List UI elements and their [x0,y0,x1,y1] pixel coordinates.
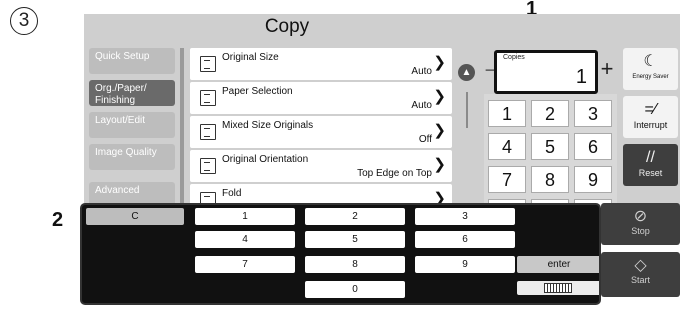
chevron-right-icon: ❯ [433,156,446,173]
keyboard-icon [544,283,572,293]
setting-value: Top Edge on Top [357,168,432,179]
tab-advanced[interactable]: Advanced [89,182,175,205]
reset-label: Reset [638,168,663,178]
key-9[interactable]: 9 [574,166,612,193]
setting-fold[interactable]: Fold ❯ [190,184,452,205]
touch-screen: Copy Quick Setup Org./Paper/ Finishing L… [84,14,680,205]
num-key-3[interactable]: 3 [415,208,515,225]
setting-mixed-size-originals[interactable]: Mixed Size Originals Off ❯ [190,116,452,148]
chevron-right-icon: ❯ [433,122,446,139]
tab-org-paper-finishing[interactable]: Org./Paper/ Finishing [89,80,175,106]
chevron-right-icon: ❯ [433,88,446,105]
tab-quick-setup[interactable]: Quick Setup [89,48,175,74]
key-5[interactable]: 5 [531,133,569,160]
stop-label: Stop [631,226,650,236]
stop-button[interactable]: ⊘ Stop [601,203,680,245]
num-key-7[interactable]: 7 [195,256,295,273]
setting-label: Fold [222,188,242,199]
num-key-1[interactable]: 1 [195,208,295,225]
copies-value: 1 [575,66,587,88]
callout-2: 2 [52,209,64,231]
setting-value: Off [418,134,432,145]
stop-icon: ⊘ [633,208,648,225]
interrupt-button[interactable]: =⁄ Interrupt [623,96,678,138]
copies-increment-button[interactable]: + [598,54,616,86]
key-1[interactable]: 1 [488,100,526,127]
copies-label: Copies [503,54,525,61]
step-number: 3 [10,7,38,35]
original-size-icon [200,56,216,72]
num-key-5[interactable]: 5 [305,231,405,248]
energy-saver-label: Energy Saver [632,74,669,80]
mixed-size-icon [200,124,216,140]
tab-image-quality[interactable]: Image Quality [89,144,175,170]
interrupt-label: Interrupt [633,120,668,130]
moon-icon: ☾ [643,53,658,70]
num-key-6[interactable]: 6 [415,231,515,248]
enter-button[interactable]: enter [517,256,599,273]
setting-label: Mixed Size Originals [222,120,314,131]
setting-original-orientation[interactable]: Original Orientation Top Edge on Top ❯ [190,150,452,182]
scroll-up-button[interactable]: ▲ [458,64,475,81]
setting-value: Auto [411,100,432,111]
num-key-9[interactable]: 9 [415,256,515,273]
reset-button[interactable]: // Reset [623,144,678,186]
paper-selection-icon [200,90,216,106]
copies-field[interactable]: Copies 1 [494,50,598,94]
key-3[interactable]: 3 [574,100,612,127]
interrupt-icon: =⁄ [644,101,657,118]
setting-paper-selection[interactable]: Paper Selection Auto ❯ [190,82,452,114]
setting-label: Paper Selection [222,86,293,97]
clear-button[interactable]: C [86,208,184,225]
num-key-0[interactable]: 0 [305,281,405,298]
num-key-8[interactable]: 8 [305,256,405,273]
page-title: Copy [264,16,310,37]
key-7[interactable]: 7 [488,166,526,193]
setting-label: Original Size [222,52,279,63]
key-6[interactable]: 6 [574,133,612,160]
chevron-right-icon: ❯ [433,54,446,71]
tab-layout-edit[interactable]: Layout/Edit [89,112,175,138]
energy-saver-button[interactable]: ☾ Energy Saver [623,48,678,90]
setting-value: Auto [411,66,432,77]
numeric-keypad-panel: C 1 2 3 4 5 6 7 8 9 enter 0 [80,203,601,305]
key-4[interactable]: 4 [488,133,526,160]
start-icon: ◇ [634,257,647,274]
num-key-4[interactable]: 4 [195,231,295,248]
setting-label: Original Orientation [222,154,309,165]
key-8[interactable]: 8 [531,166,569,193]
num-key-2[interactable]: 2 [305,208,405,225]
orientation-icon [200,158,216,174]
start-button[interactable]: ◇ Start [601,252,680,297]
reset-icon: // [646,149,655,166]
screen-keypad: 1 2 3 4 5 6 7 8 9 * 0 # [484,94,617,205]
setting-original-size[interactable]: Original Size Auto ❯ [190,48,452,80]
start-label: Start [630,275,650,285]
scrollbar[interactable] [466,92,468,128]
keyboard-button[interactable] [517,281,599,295]
key-2[interactable]: 2 [531,100,569,127]
tab-divider [180,48,184,203]
